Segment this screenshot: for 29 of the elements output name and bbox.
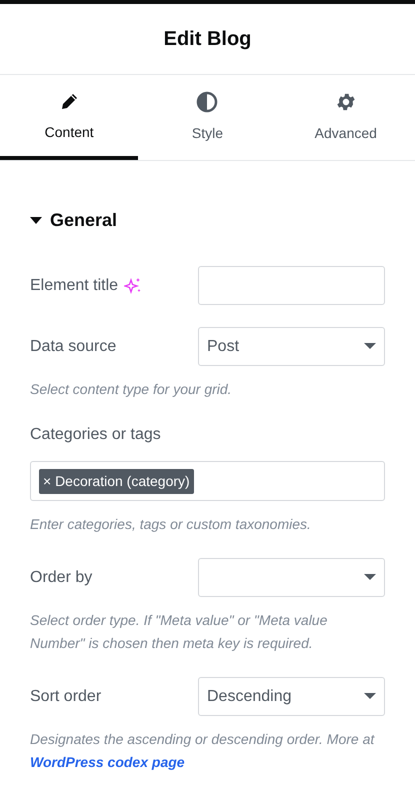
field-label: Sort order — [30, 686, 102, 706]
codex-link[interactable]: WordPress codex page — [30, 754, 185, 770]
panel-title: Edit Blog — [164, 27, 252, 52]
input-field[interactable] — [198, 266, 385, 305]
field-label: Categories or tags — [30, 425, 162, 445]
tab[interactable]: Style — [138, 75, 277, 160]
dropdown-caret-icon — [364, 343, 376, 350]
help-text: Select content type for your grid. — [30, 380, 233, 399]
help-text: Select order type. If "Meta value" or "Meta value Number" is chosen then meta key is required. — [30, 611, 328, 653]
sparkle-icon[interactable] — [124, 276, 142, 294]
tags-field[interactable]: × Decoration (category) — [30, 461, 385, 501]
dropdown-field[interactable]: Post — [198, 327, 385, 366]
dropdown-field[interactable] — [198, 558, 385, 597]
tab[interactable]: Content — [0, 75, 138, 160]
dropdown-field[interactable]: Descending — [198, 677, 385, 716]
contrast-icon — [196, 91, 218, 113]
field-label: Order by — [30, 568, 92, 588]
dropdown-caret-icon — [364, 574, 376, 581]
section-header[interactable]: General — [30, 207, 118, 234]
help-text: Designates the ascending or descending order. More at WordPress codex page — [30, 730, 376, 772]
help-text: Enter categories, tags or custom taxonomies. — [30, 515, 312, 534]
tag-chip[interactable]: × Decoration (category) — [39, 468, 194, 494]
caret-icon — [30, 216, 42, 224]
pencil-icon — [59, 92, 80, 112]
tab[interactable]: Advanced — [276, 75, 415, 160]
gear-icon — [334, 91, 357, 113]
dropdown-caret-icon — [364, 693, 376, 700]
field-label: Element title — [30, 276, 118, 296]
field-label: Data source — [30, 336, 116, 356]
